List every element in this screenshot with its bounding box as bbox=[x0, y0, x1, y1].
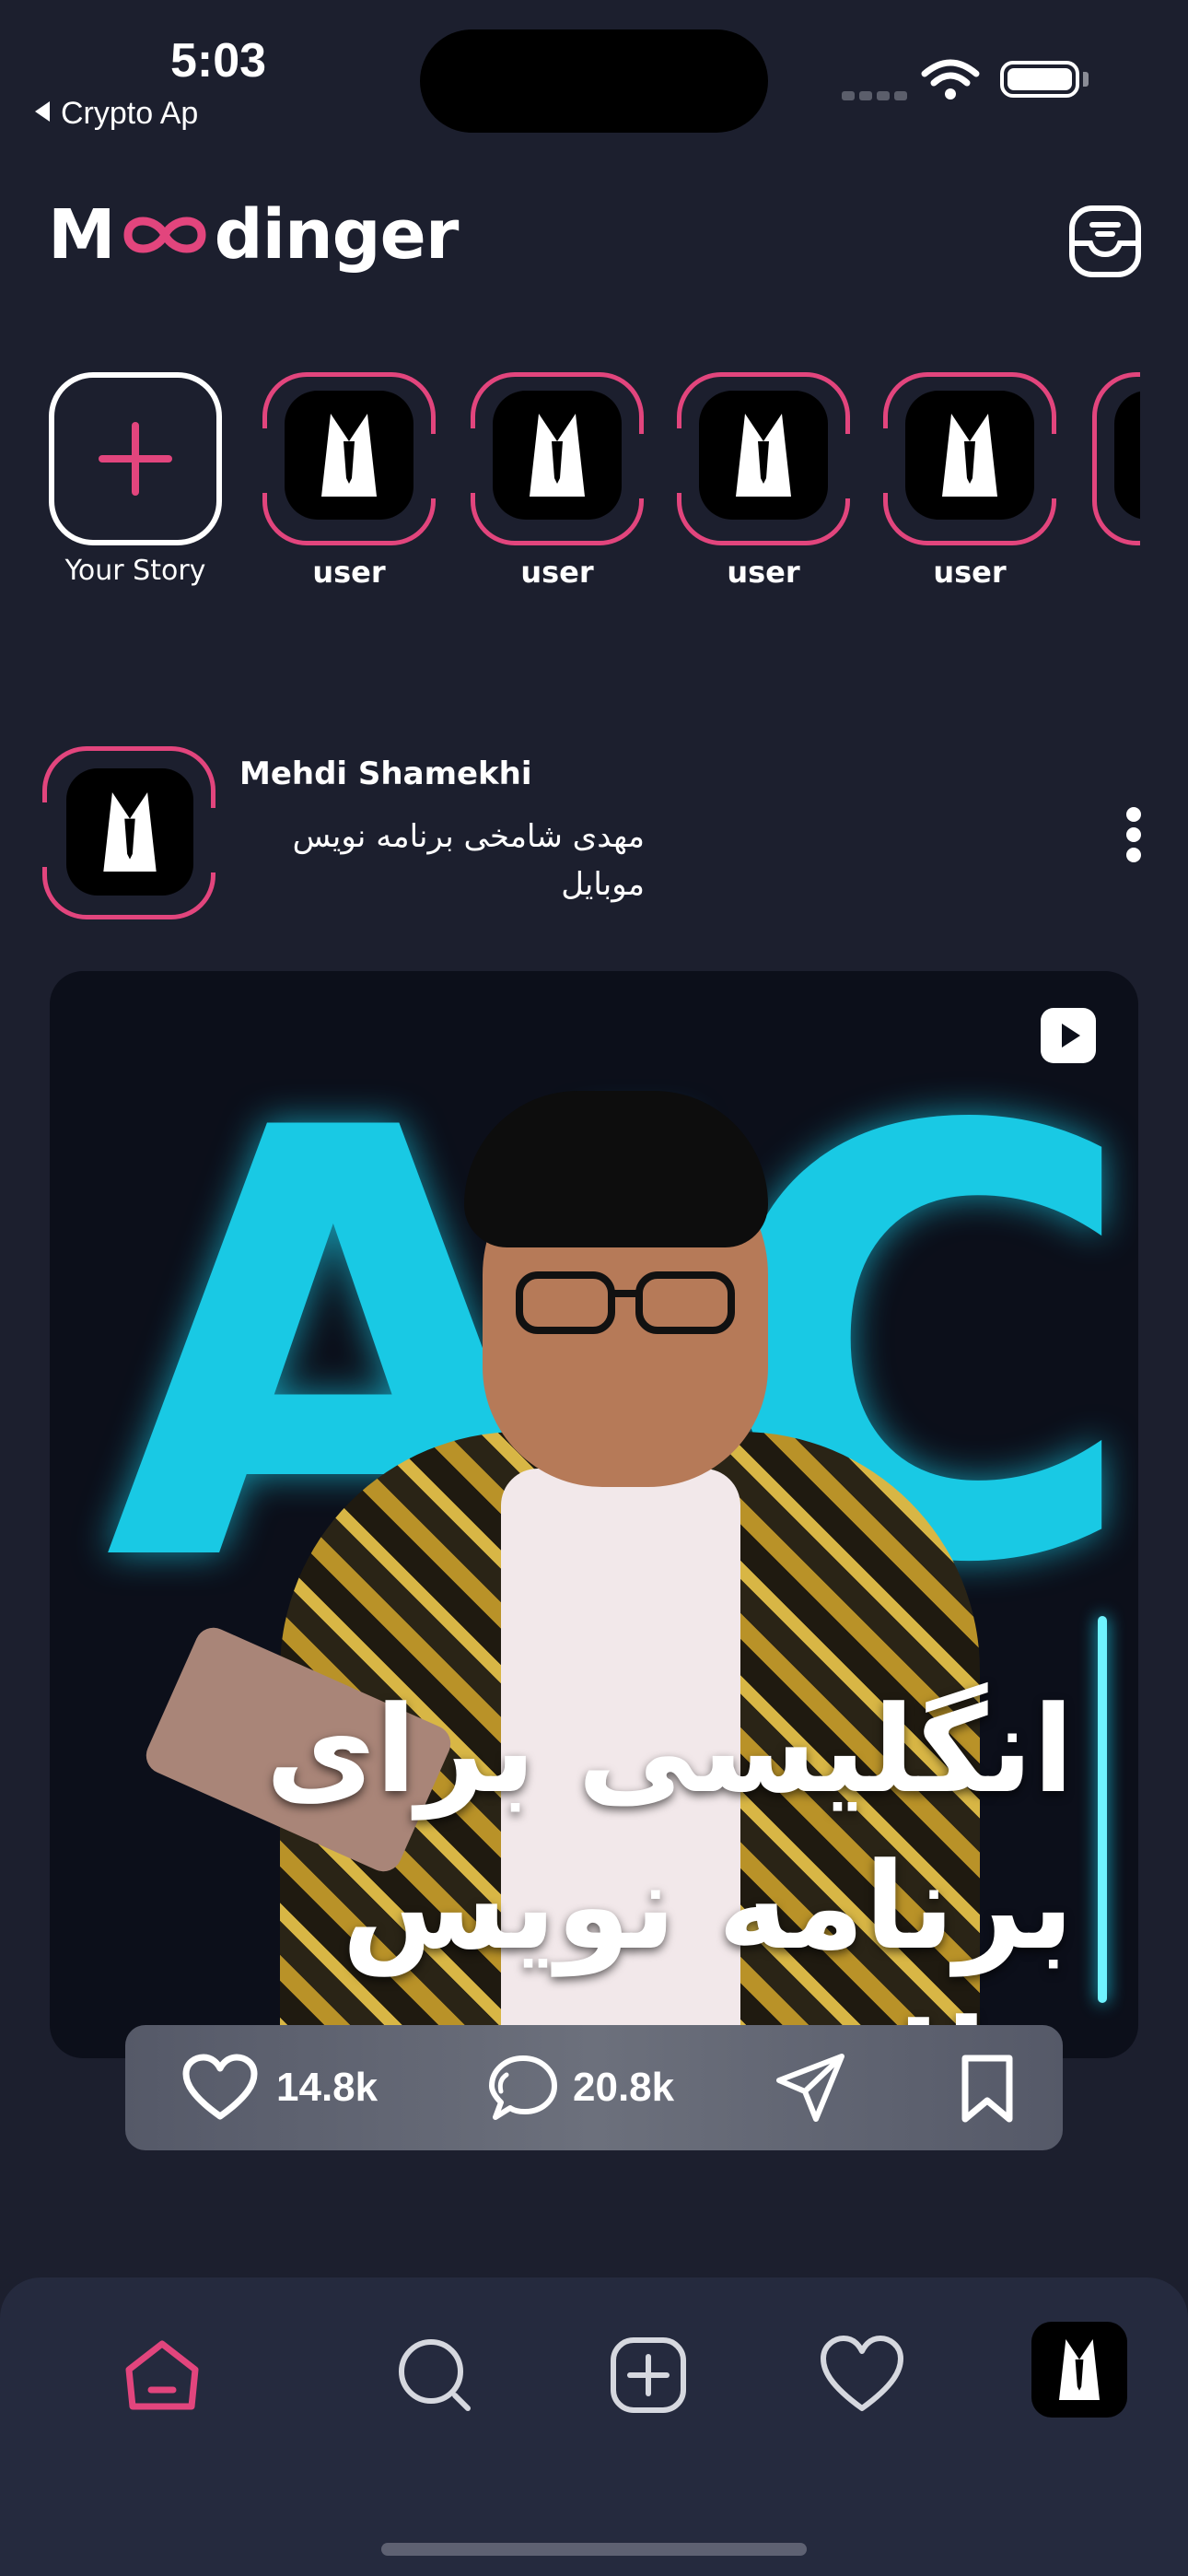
home-indicator[interactable] bbox=[381, 2543, 807, 2556]
add-story-ring bbox=[49, 372, 222, 545]
story-avatar bbox=[699, 391, 828, 520]
story-username: user bbox=[933, 555, 1007, 590]
story-avatar bbox=[285, 391, 413, 520]
logo-suffix: dinger bbox=[214, 195, 460, 275]
inbox-icon[interactable] bbox=[1066, 203, 1144, 280]
plus-icon bbox=[99, 422, 172, 496]
story-item[interactable]: user bbox=[674, 372, 853, 590]
story-avatar bbox=[1114, 391, 1140, 520]
status-time: 5:03 bbox=[170, 34, 267, 88]
video-play-icon[interactable] bbox=[1041, 1008, 1096, 1063]
cellular-signal-icon bbox=[842, 87, 912, 104]
media-caption: انگلیسی برای برنامه نویس ها! bbox=[265, 1680, 1074, 2058]
app-screen: 5:03 Crypto Ap M dinger Your Story user … bbox=[0, 0, 1188, 2576]
share-send-icon[interactable] bbox=[772, 2049, 849, 2126]
search-icon[interactable] bbox=[390, 2331, 479, 2419]
suit-avatar-icon bbox=[103, 792, 157, 872]
like-button[interactable]: 14.8k bbox=[182, 2054, 378, 2122]
wifi-icon bbox=[921, 59, 980, 100]
post-actions-bar: 14.8k 20.8k bbox=[125, 2025, 1063, 2150]
post-image[interactable]: AIC انگلیسی برای برنامه نویس ها! bbox=[50, 971, 1138, 2058]
logo-prefix: M bbox=[48, 195, 116, 275]
home-icon[interactable] bbox=[118, 2331, 206, 2419]
comment-icon bbox=[489, 2055, 557, 2120]
story-username: user bbox=[727, 555, 800, 590]
back-arrow-icon bbox=[35, 101, 50, 122]
post-author-avatar[interactable] bbox=[40, 746, 218, 919]
neon-bar bbox=[1098, 1616, 1107, 2003]
glasses-icon bbox=[516, 1271, 735, 1334]
like-count: 14.8k bbox=[276, 2065, 379, 2110]
suit-avatar-icon bbox=[736, 414, 791, 497]
story-username: user bbox=[520, 555, 594, 590]
add-story-label: Your Story bbox=[64, 555, 206, 587]
suit-avatar-icon bbox=[942, 414, 997, 497]
post-author-name[interactable]: Mehdi Shamekhi bbox=[239, 755, 532, 792]
post-author-bio: مهدی شامخی برنامه نویس موبایل bbox=[292, 818, 645, 903]
profile-tab-avatar[interactable] bbox=[1031, 2322, 1127, 2418]
story-avatar bbox=[905, 391, 1034, 520]
comment-count: 20.8k bbox=[573, 2065, 675, 2110]
back-to-app-link[interactable]: Crypto Ap bbox=[35, 96, 198, 132]
app-logo: M dinger bbox=[48, 195, 460, 275]
add-story-button[interactable]: Your Story bbox=[48, 372, 223, 587]
story-item[interactable]: user bbox=[468, 372, 646, 590]
heart-icon bbox=[182, 2054, 258, 2120]
bottom-tab-bar bbox=[0, 2277, 1188, 2576]
battery-nub bbox=[1083, 72, 1089, 87]
more-options-icon[interactable] bbox=[1122, 807, 1146, 862]
bookmark-icon[interactable] bbox=[958, 2053, 1017, 2125]
story-item[interactable]: user bbox=[880, 372, 1059, 590]
suit-avatar-icon bbox=[321, 414, 377, 497]
activity-heart-icon[interactable] bbox=[818, 2331, 906, 2419]
dynamic-island bbox=[420, 29, 768, 133]
story-avatar bbox=[493, 391, 622, 520]
suit-avatar-icon bbox=[1059, 2339, 1100, 2400]
person-hair bbox=[464, 1091, 768, 1247]
story-username: user bbox=[312, 555, 386, 590]
infinity-logo-icon bbox=[123, 217, 206, 253]
suit-avatar-icon bbox=[530, 414, 585, 497]
back-app-label: Crypto Ap bbox=[61, 96, 199, 131]
story-item[interactable]: user bbox=[260, 372, 438, 590]
story-item-partial[interactable] bbox=[1092, 372, 1140, 545]
add-post-icon[interactable] bbox=[604, 2331, 693, 2419]
comment-button[interactable]: 20.8k bbox=[486, 2051, 674, 2125]
battery-icon bbox=[1000, 61, 1079, 98]
